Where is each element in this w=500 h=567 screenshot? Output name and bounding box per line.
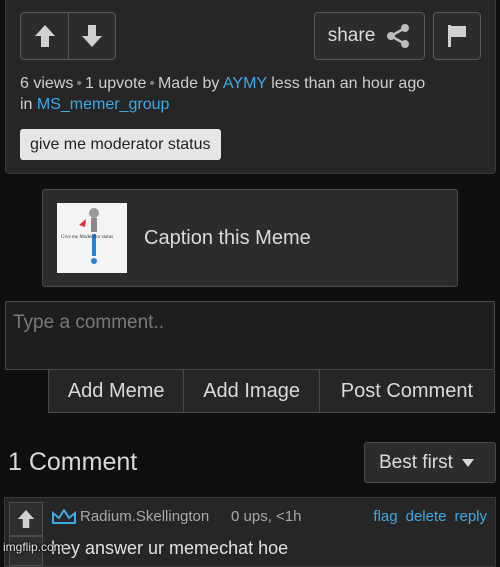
author-link[interactable]: AYMY <box>223 75 267 92</box>
comment-links: flag delete reply <box>373 508 487 525</box>
post-time: less than an hour ago <box>271 75 426 92</box>
share-button[interactable]: share <box>314 12 425 60</box>
comments-count-title: 1 Comment <box>8 448 138 476</box>
thumb-text: Give me Moderator status <box>61 235 113 240</box>
upvote-button[interactable] <box>21 13 68 59</box>
add-image-button[interactable]: Add Image <box>183 370 318 412</box>
comment-upvote-button[interactable] <box>9 502 43 536</box>
in-label: in <box>20 96 33 113</box>
caption-meme-box[interactable]: Give me Moderator status Caption this Me… <box>42 189 458 287</box>
add-meme-button[interactable]: Add Meme <box>49 370 183 412</box>
upvote-count: 1 upvote <box>84 75 147 92</box>
post-meta: 6 views • 1 upvote • Made by AYMY less than … <box>20 75 426 113</box>
comment-reply-link[interactable]: reply <box>454 508 487 525</box>
watermark: imgflip.com <box>3 540 64 554</box>
comment-username[interactable]: Radium.Skellington <box>80 508 209 525</box>
tag-chip[interactable]: give me moderator status <box>20 129 221 160</box>
meme-thumbnail: Give me Moderator status <box>57 203 127 273</box>
views-count: 6 views <box>20 75 74 92</box>
share-icon <box>387 24 410 48</box>
made-by-label: Made by <box>157 75 220 92</box>
comment-meta: 0 ups, <1h <box>231 508 302 525</box>
downvote-button[interactable] <box>68 13 115 59</box>
vote-group <box>20 12 116 60</box>
meme-panel: share 6 views • 1 upvote • Made by AYMY less… <box>5 0 496 174</box>
arrow-down-icon <box>82 25 102 47</box>
post-comment-button[interactable]: Post Comment <box>318 370 494 412</box>
comment-action-bar: Add Meme Add Image Post Comment <box>48 370 495 413</box>
crown-icon <box>52 509 76 524</box>
group-link[interactable]: MS_memer_group <box>37 96 170 113</box>
meme-thumbnail-image: Give me Moderator status <box>57 203 127 273</box>
flag-icon <box>448 25 466 47</box>
comment-input[interactable] <box>5 301 495 370</box>
arrow-up-icon <box>17 510 35 528</box>
sort-value: Best first <box>379 451 453 473</box>
share-label: share <box>327 25 376 46</box>
comment-flag-link[interactable]: flag <box>373 508 397 525</box>
comment-delete-link[interactable]: delete <box>406 508 447 525</box>
comment-row: Radium.Skellington 0 ups, <1h flag delet… <box>4 497 496 567</box>
flag-button[interactable] <box>433 12 481 60</box>
sort-select[interactable]: Best first <box>364 442 496 483</box>
caret-down-icon <box>461 458 474 467</box>
arrow-up-icon <box>34 25 55 47</box>
caption-label: Caption this Meme <box>144 227 311 249</box>
